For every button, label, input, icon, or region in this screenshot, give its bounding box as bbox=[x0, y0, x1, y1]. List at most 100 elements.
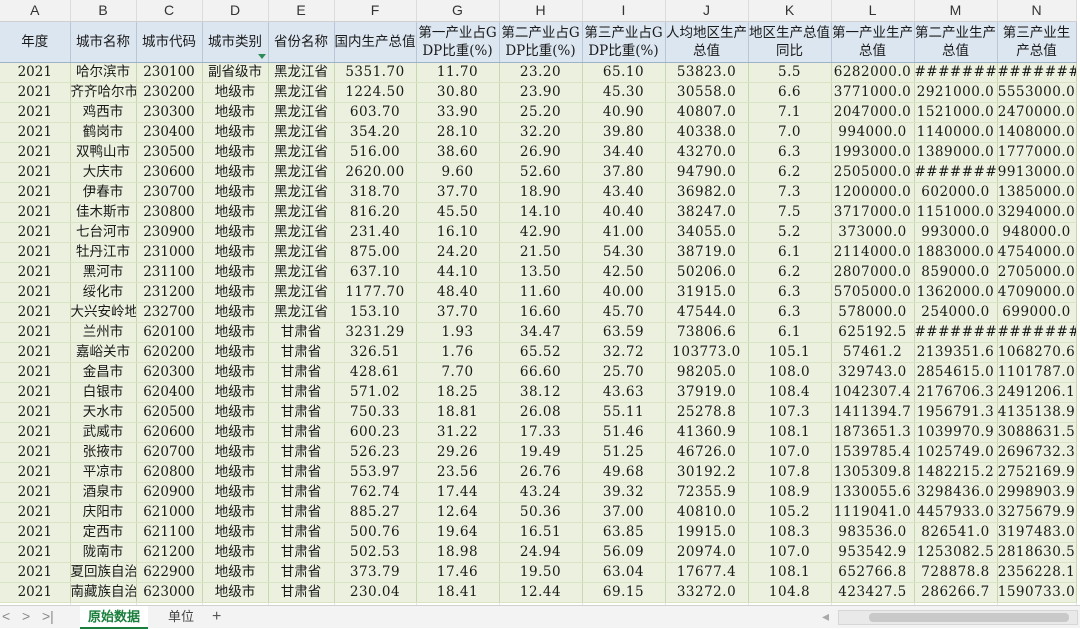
table-cell[interactable]: 6.3 bbox=[748, 302, 832, 323]
table-cell[interactable]: 637.10 bbox=[334, 262, 417, 283]
column-letter[interactable]: D bbox=[202, 0, 269, 22]
column-header[interactable]: 国内生产总值 bbox=[334, 21, 417, 63]
table-cell[interactable]: 12.44 bbox=[499, 582, 583, 603]
table-cell[interactable]: 423427.5 bbox=[831, 582, 915, 603]
table-cell[interactable]: 2021 bbox=[0, 402, 71, 423]
table-cell[interactable]: 23.56 bbox=[416, 462, 500, 483]
table-cell[interactable]: 105.2 bbox=[748, 502, 832, 523]
table-cell[interactable]: 黑龙江省 bbox=[268, 82, 335, 103]
table-cell[interactable]: 2021 bbox=[0, 422, 71, 443]
table-cell[interactable]: 2021 bbox=[0, 182, 71, 203]
table-cell[interactable]: 40338.0 bbox=[665, 122, 749, 143]
spreadsheet-grid[interactable]: A B C D E F G H I J K L M N 年度 城市名称 城市代码 城市类别 省份名称 国内生产总值 第一… bbox=[0, 0, 1080, 605]
table-cell[interactable]: 652766.8 bbox=[831, 562, 915, 583]
table-cell[interactable]: 2021 bbox=[0, 322, 71, 343]
table-cell[interactable]: 3294000.0 bbox=[997, 202, 1077, 223]
table-cell[interactable]: 平凉市 bbox=[70, 462, 137, 483]
table-cell[interactable]: ########## bbox=[914, 162, 998, 183]
table-cell[interactable]: 73806.6 bbox=[665, 322, 749, 343]
table-cell[interactable]: 2021 bbox=[0, 262, 71, 283]
table-cell[interactable]: 56.09 bbox=[582, 542, 666, 563]
table-cell[interactable]: 18.81 bbox=[416, 402, 500, 423]
table-cell[interactable]: 108.1 bbox=[748, 562, 832, 583]
table-cell[interactable]: 26.90 bbox=[499, 142, 583, 163]
table-cell[interactable]: 55.11 bbox=[582, 402, 666, 423]
tab-unit[interactable]: 单位 bbox=[160, 606, 202, 627]
table-cell[interactable]: 9913000.0 bbox=[997, 162, 1077, 183]
table-cell[interactable]: 1385000.0 bbox=[997, 182, 1077, 203]
table-cell[interactable]: 1224.50 bbox=[334, 82, 417, 103]
column-header[interactable]: 城市名称 bbox=[70, 21, 137, 63]
table-cell[interactable]: 37.00 bbox=[582, 502, 666, 523]
table-cell[interactable]: 38247.0 bbox=[665, 202, 749, 223]
table-cell[interactable]: 1305309.8 bbox=[831, 462, 915, 483]
column-letter[interactable]: H bbox=[499, 0, 583, 22]
table-cell[interactable]: 1200000.0 bbox=[831, 182, 915, 203]
table-cell[interactable]: 黑龙江省 bbox=[268, 142, 335, 163]
table-cell[interactable]: 地级市 bbox=[202, 482, 269, 503]
table-cell[interactable]: 鸡西市 bbox=[70, 102, 137, 123]
table-cell[interactable]: 43.24 bbox=[499, 482, 583, 503]
table-cell[interactable]: 50206.0 bbox=[665, 262, 749, 283]
table-cell[interactable]: 1883000.0 bbox=[914, 242, 998, 263]
table-cell[interactable]: 108.4 bbox=[748, 382, 832, 403]
table-cell[interactable]: 陇南市 bbox=[70, 542, 137, 563]
column-header[interactable]: 第一产业生产总值 bbox=[831, 21, 915, 63]
table-cell[interactable]: 哈尔滨市 bbox=[70, 62, 137, 83]
table-cell[interactable]: 地级市 bbox=[202, 542, 269, 563]
table-cell[interactable]: 地级市 bbox=[202, 302, 269, 323]
table-cell[interactable]: 38.60 bbox=[416, 142, 500, 163]
table-cell[interactable]: 993000.0 bbox=[914, 222, 998, 243]
table-cell[interactable]: 1482215.2 bbox=[914, 462, 998, 483]
table-cell[interactable]: 254000.0 bbox=[914, 302, 998, 323]
table-cell[interactable]: 23.20 bbox=[499, 62, 583, 83]
table-cell[interactable]: 18.98 bbox=[416, 542, 500, 563]
table-cell[interactable]: ########## bbox=[914, 62, 998, 83]
table-cell[interactable]: 373.79 bbox=[334, 562, 417, 583]
column-letter[interactable]: M bbox=[914, 0, 998, 22]
table-cell[interactable]: 伊春市 bbox=[70, 182, 137, 203]
table-cell[interactable]: 625192.5 bbox=[831, 322, 915, 343]
table-cell[interactable]: 2021 bbox=[0, 242, 71, 263]
scroll-left-icon[interactable]: ◂ bbox=[822, 608, 829, 625]
table-cell[interactable]: 齐齐哈尔市 bbox=[70, 82, 137, 103]
table-cell[interactable]: 1956791.3 bbox=[914, 402, 998, 423]
table-cell[interactable]: 107.3 bbox=[748, 402, 832, 423]
table-cell[interactable]: 37.80 bbox=[582, 162, 666, 183]
table-cell[interactable]: 18.25 bbox=[416, 382, 500, 403]
table-cell[interactable]: 黑龙江省 bbox=[268, 102, 335, 123]
table-cell[interactable]: 2752169.9 bbox=[997, 462, 1077, 483]
table-cell[interactable]: 231000 bbox=[136, 242, 203, 263]
filter-dropdown-icon[interactable] bbox=[257, 53, 266, 59]
table-cell[interactable]: 2854615.0 bbox=[914, 362, 998, 383]
table-cell[interactable]: 4457933.0 bbox=[914, 502, 998, 523]
table-cell[interactable]: 230200 bbox=[136, 82, 203, 103]
table-cell[interactable]: 兰州市 bbox=[70, 322, 137, 343]
table-cell[interactable]: 地级市 bbox=[202, 102, 269, 123]
table-cell[interactable]: 41360.9 bbox=[665, 422, 749, 443]
table-cell[interactable]: 108.9 bbox=[748, 482, 832, 503]
column-letter[interactable]: E bbox=[268, 0, 335, 22]
table-cell[interactable]: 354.20 bbox=[334, 122, 417, 143]
table-cell[interactable]: 2021 bbox=[0, 362, 71, 383]
table-cell[interactable]: 黑龙江省 bbox=[268, 202, 335, 223]
table-cell[interactable]: 1042307.4 bbox=[831, 382, 915, 403]
table-cell[interactable]: 2114000.0 bbox=[831, 242, 915, 263]
table-cell[interactable]: 623000 bbox=[136, 582, 203, 603]
column-header[interactable]: 第二产业生产总值 bbox=[914, 21, 998, 63]
table-cell[interactable]: 6.3 bbox=[748, 282, 832, 303]
table-cell[interactable]: 酒泉市 bbox=[70, 482, 137, 503]
column-header[interactable]: 城市代码 bbox=[136, 21, 203, 63]
table-cell[interactable]: 甘肃省 bbox=[268, 502, 335, 523]
table-cell[interactable]: 地级市 bbox=[202, 382, 269, 403]
column-header[interactable]: 地区生产总值同比 bbox=[748, 21, 832, 63]
table-cell[interactable]: 26.76 bbox=[499, 462, 583, 483]
table-cell[interactable]: 地级市 bbox=[202, 582, 269, 603]
table-cell[interactable]: 地级市 bbox=[202, 322, 269, 343]
table-cell[interactable]: 69.15 bbox=[582, 582, 666, 603]
table-cell[interactable]: 578000.0 bbox=[831, 302, 915, 323]
table-cell[interactable]: 30558.0 bbox=[665, 82, 749, 103]
table-cell[interactable]: 31.22 bbox=[416, 422, 500, 443]
table-cell[interactable]: 地级市 bbox=[202, 122, 269, 143]
table-cell[interactable]: 63.59 bbox=[582, 322, 666, 343]
